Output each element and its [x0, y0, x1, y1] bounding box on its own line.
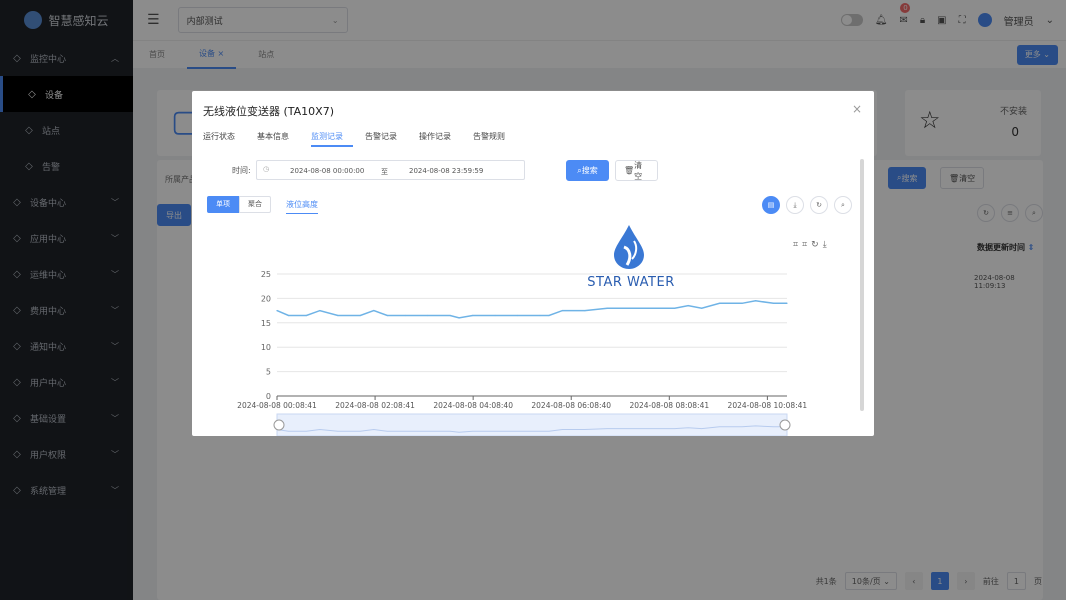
data-point-15 [539, 314, 541, 317]
data-point-27 [754, 300, 757, 302]
star-water-watermark: STAR WATER [586, 225, 676, 291]
data-point-9 [427, 314, 429, 317]
zoom-slider-track [276, 413, 788, 436]
data-point-18 [584, 310, 586, 312]
data-point-24 [701, 307, 703, 309]
x-tick-label-0: 2024-08-08 00:08:41 [237, 401, 317, 410]
data-point-13 [494, 314, 496, 317]
data-point-12 [472, 314, 474, 317]
x-tick-label-5: 2024-08-08 10:08:41 [728, 401, 808, 410]
data-point-28 [772, 302, 775, 304]
y-tick-label-0: 0 [266, 392, 271, 401]
data-point-21 [651, 307, 653, 309]
data-point-23 [687, 305, 689, 307]
data-point-2 [305, 314, 308, 317]
zoom-handle-right [779, 419, 791, 431]
y-tick-label-5: 25 [261, 270, 271, 279]
x-tick-label-3: 2024-08-08 06:08:40 [531, 401, 611, 410]
data-point-16 [548, 314, 550, 317]
x-tick-label-4: 2024-08-08 08:08:41 [629, 401, 709, 410]
level-chart: 0 5 10 15 20 25 2024-08-08 00:08:41 2024-08-08 … [237, 270, 808, 436]
watermark-text: STAR WATER [587, 275, 675, 290]
data-point-8 [404, 314, 406, 317]
y-tick-label-3: 15 [261, 319, 271, 328]
data-point-25 [719, 302, 721, 304]
device-detail-dialog: 无线液位变送器 (TA10X7) × 运行状态 基本信息 监测记录 告警记录 操作记录告… [192, 91, 874, 436]
data-point-10 [449, 314, 451, 317]
y-tick-label-4: 20 [261, 294, 271, 303]
data-point-22 [674, 307, 676, 309]
data-point-19 [606, 307, 608, 309]
data-point-26 [741, 302, 743, 304]
zoom-handle-left [273, 419, 285, 431]
data-point-11 [458, 317, 460, 319]
series-line [276, 300, 787, 319]
data-point-0 [276, 310, 278, 312]
x-tick-label-1: 2024-08-08 02:08:41 [335, 401, 415, 410]
data-point-20 [629, 307, 631, 309]
data-point-29 [786, 302, 788, 304]
x-tick-label-2: 2024-08-08 04:08:40 [433, 401, 513, 410]
data-point-5 [359, 314, 361, 317]
water-drop-logo [614, 225, 644, 269]
data-point-6 [373, 310, 375, 312]
y-tick-label-2: 10 [261, 343, 271, 352]
data-point-17 [561, 310, 564, 312]
data-point-3 [319, 310, 321, 312]
y-tick-label-1: 5 [266, 368, 271, 377]
data-point-4 [337, 314, 339, 317]
data-point-7 [386, 314, 388, 317]
data-point-14 [516, 314, 519, 317]
data-point-1 [287, 314, 290, 317]
